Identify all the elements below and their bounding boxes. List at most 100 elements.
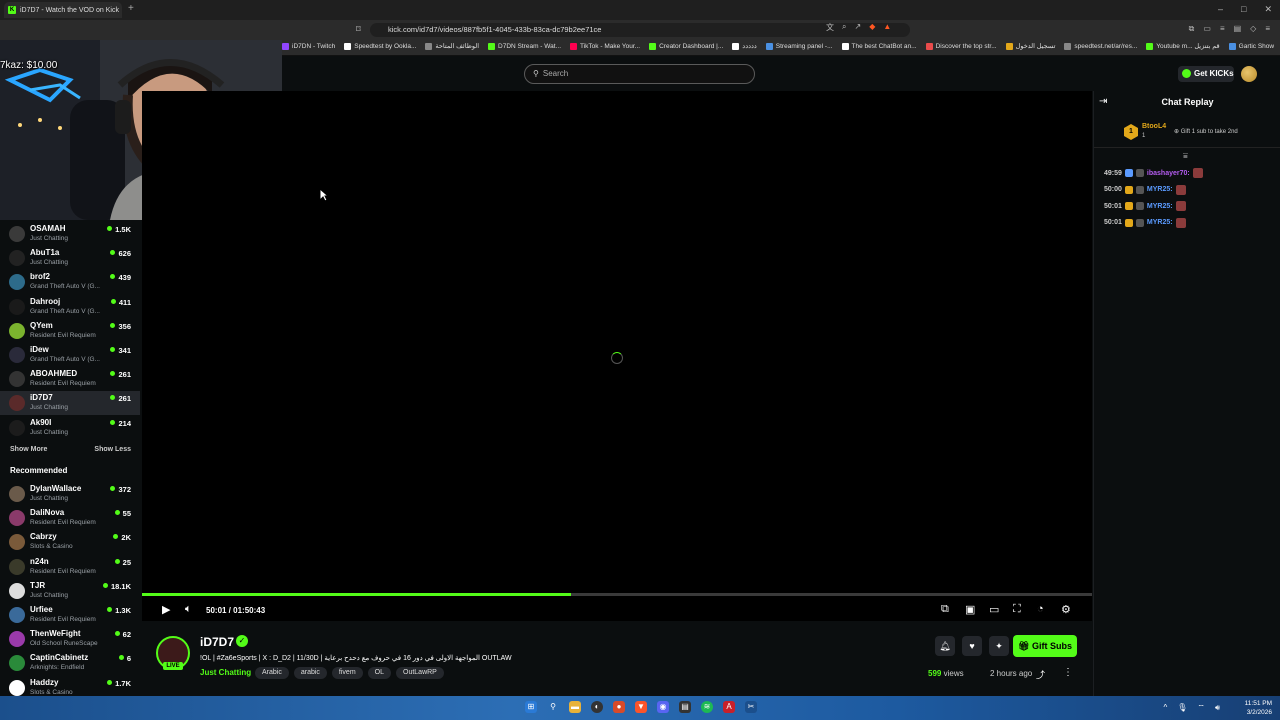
bookmark-item[interactable]: iD7DN - Twitch	[282, 42, 335, 50]
chat-username[interactable]: MYR25:	[1147, 186, 1173, 193]
bookmark-item[interactable]: Streaming panel -...	[765, 42, 833, 50]
notification-bell-icon[interactable]: 🔔︎	[935, 636, 955, 656]
tray-overflow-icon[interactable]: ^	[1164, 703, 1168, 713]
obs-icon[interactable]: ●	[613, 701, 625, 713]
sidebar-channel-dalinova[interactable]: DaliNova Resident Evil Requiem 55	[0, 506, 140, 530]
brave-shield-icon[interactable]: ◆	[869, 22, 875, 33]
sidebar-channel-urfiee[interactable]: Urfiee Resident Evil Requiem 1.3K	[0, 603, 140, 627]
boost-icon[interactable]: ✦	[989, 636, 1009, 656]
sidebar-channel-dahrooj[interactable]: Dahrooj Grand Theft Auto V (G... 411	[0, 295, 140, 319]
clip-icon[interactable]: ▣	[965, 603, 975, 616]
extensions-icon[interactable]: ⧉	[1189, 24, 1195, 34]
sidebar-channel-osamah[interactable]: OSAMAH Just Chatting 1.5K	[0, 222, 140, 246]
get-kicks-button[interactable]: Get KICKs	[1178, 66, 1234, 82]
bookmark-item[interactable]: Gartic Show	[1228, 42, 1274, 50]
tag-chip[interactable]: OL	[367, 667, 391, 679]
mic-icon[interactable]: 🎙︎	[1177, 703, 1187, 713]
bookmark-page-icon[interactable]: ⌑	[356, 24, 361, 35]
gift-hint[interactable]: ⊕ Gift 1 sub to take 2nd	[1174, 128, 1238, 135]
share-icon[interactable]: ↗	[854, 22, 861, 33]
mini-player-icon[interactable]: ⧉	[941, 603, 949, 616]
chat-username[interactable]: ibashayer70:	[1147, 170, 1190, 177]
search-input[interactable]: ⚲ Search	[524, 64, 755, 84]
wallet-icon[interactable]: ▤	[1234, 24, 1242, 34]
get-kicks-label: Get KICKs	[1194, 69, 1234, 78]
show-less-button[interactable]: Show Less	[94, 446, 131, 453]
sidebar-channel-aboahmed[interactable]: ABOAHMED Resident Evil Requiem 261	[0, 367, 140, 391]
brave-icon[interactable]: ▼	[635, 701, 647, 713]
volume-icon[interactable]: 🔈︎	[185, 603, 192, 616]
streamer-name[interactable]: iD7D7	[200, 635, 234, 649]
share-icon[interactable]: ⤴	[1036, 668, 1045, 681]
capcut-icon[interactable]: ✂	[745, 701, 757, 713]
sidebar-channel-n24n[interactable]: n24n Resident Evil Requiem 25	[0, 555, 140, 579]
bookmark-item[interactable]: Discover the top str...	[925, 42, 997, 50]
bookmark-item[interactable]: Creator Dashboard |...	[649, 42, 723, 50]
translate-icon[interactable]: 文	[826, 22, 834, 33]
bookmark-item[interactable]: TikTok - Make Your...	[570, 42, 640, 50]
play-icon[interactable]: ▶	[162, 603, 170, 616]
zoom-icon[interactable]: ⌕	[842, 22, 846, 33]
seek-bar[interactable]	[142, 593, 1092, 596]
sidebar-channel-ak90i[interactable]: Ak90I Just Chatting 214	[0, 416, 140, 440]
menu-icon[interactable]: ≡	[1265, 24, 1270, 34]
bookmark-item[interactable]: الوظائف المتاحة	[425, 42, 479, 50]
system-clock[interactable]: 11:51 PM 3/2/2026	[1245, 699, 1272, 717]
bookmark-item[interactable]: Speedtest by Ookla...	[344, 42, 416, 50]
show-more-button[interactable]: Show More	[10, 446, 47, 453]
browser-tab[interactable]: K iD7D7 - Watch the VOD on Kick ✕	[4, 2, 122, 18]
network-icon[interactable]: ⌔	[1197, 703, 1205, 713]
sidebar-channel-qyem[interactable]: QYem Resident Evil Requiem 356	[0, 319, 140, 343]
github-icon[interactable]: ◐	[591, 701, 603, 713]
sidebar-channel-captincabinetz[interactable]: CaptinCabinetz Arknights: Endfield 6	[0, 651, 140, 675]
brave-rewards-icon[interactable]: ▲	[883, 22, 891, 33]
vpn-icon[interactable]: ◇	[1250, 24, 1256, 34]
gift-subs-button[interactable]: 🎁︎ Gift Subs	[1013, 635, 1077, 657]
chat-filter-icon[interactable]: ⩸	[1183, 151, 1188, 161]
bookmark-item[interactable]: Youtube m... قم بتنزيل	[1146, 42, 1220, 50]
tag-chip[interactable]: OutLawRP	[396, 667, 444, 679]
new-tab-icon[interactable]: +	[128, 3, 134, 14]
sidebar-channel-brof2[interactable]: brof2 Grand Theft Auto V (G... 439	[0, 270, 140, 294]
chat-username[interactable]: MYR25:	[1147, 203, 1173, 210]
adobe-icon[interactable]: A	[723, 701, 735, 713]
sidebar-channel-tjr[interactable]: TJR Just Chatting 18.1K	[0, 579, 140, 603]
playback-speed-icon[interactable]: ◔	[1037, 603, 1044, 615]
video-player[interactable]: ▶ 🔈︎ 50:01 / 01:50:43 ⧉ ▣ ▭ ⛶ ◔ ⚙	[142, 91, 1092, 621]
tag-chip[interactable]: Arabic	[255, 667, 289, 679]
category-link[interactable]: Just Chatting	[200, 668, 251, 677]
bookmark-item[interactable]: The best ChatBot an...	[841, 42, 917, 50]
search-taskbar-icon[interactable]: ⚲	[547, 701, 559, 713]
bookmark-item[interactable]: ددددد	[732, 42, 757, 50]
sidebar-channel-thenwefight[interactable]: ThenWeFight Old School RuneScape 62	[0, 627, 140, 651]
discord-icon[interactable]: ◉	[657, 701, 669, 713]
file-explorer-icon[interactable]: ▬	[569, 701, 581, 713]
minimize-icon[interactable]: –	[1218, 4, 1223, 15]
chat-username[interactable]: MYR25:	[1147, 219, 1173, 226]
bookmark-item[interactable]: speedtest.net/ar/res...	[1064, 42, 1137, 50]
app-icon[interactable]: ▤	[679, 701, 691, 713]
tag-chip[interactable]: arabic	[293, 667, 327, 679]
sidebar-icon[interactable]: ▭	[1203, 24, 1211, 34]
bookmark-item[interactable]: تسجيل الدخول	[1005, 42, 1055, 50]
more-options-icon[interactable]: ⋮	[1063, 667, 1073, 678]
sidebar-channel-dylanwallace[interactable]: DylanWallace Just Chatting 372	[0, 482, 140, 506]
sidebar-channel-abut1a[interactable]: AbuT1a Just Chatting 626	[0, 246, 140, 270]
maximize-icon[interactable]: □	[1241, 4, 1246, 15]
start-icon[interactable]: ⊞	[525, 701, 537, 713]
reading-icon[interactable]: ≡	[1220, 24, 1225, 34]
tag-chip[interactable]: fivem	[331, 667, 363, 679]
leaderboard-user[interactable]: BtooL4	[1142, 123, 1166, 130]
fullscreen-icon[interactable]: ⛶	[1013, 603, 1021, 616]
theater-mode-icon[interactable]: ▭	[989, 603, 999, 616]
settings-gear-icon[interactable]: ⚙	[1061, 603, 1071, 616]
follow-heart-icon[interactable]: ♥	[962, 636, 982, 656]
user-avatar[interactable]	[1241, 66, 1257, 82]
sidebar-channel-id7d7[interactable]: iD7D7 Just Chatting 261	[0, 391, 140, 416]
spotify-icon[interactable]: ≋	[701, 701, 713, 713]
sidebar-channel-idew[interactable]: iDew Grand Theft Auto V (G... 341	[0, 343, 140, 367]
sidebar-channel-cabrzy[interactable]: Cabrzy Slots & Casino 2K	[0, 530, 140, 554]
close-window-icon[interactable]: ✕	[1264, 4, 1272, 15]
bookmark-item[interactable]: D7DN Stream - Wat...	[488, 42, 561, 50]
volume-tray-icon[interactable]: 🔊︎	[1215, 703, 1220, 713]
